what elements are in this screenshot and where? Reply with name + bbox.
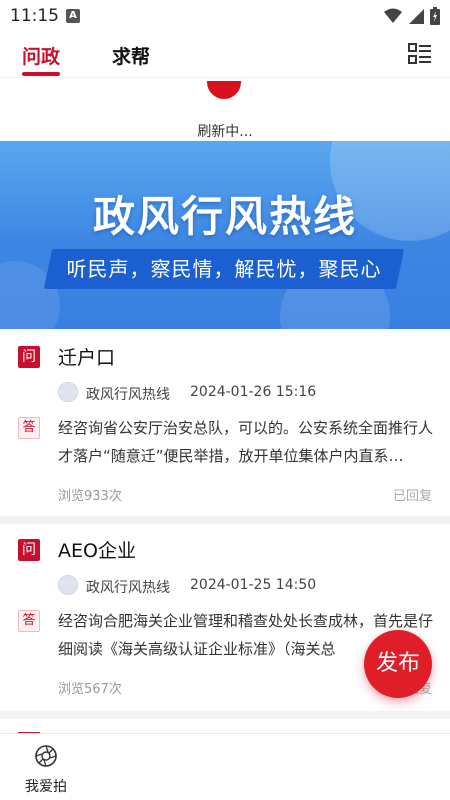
post-title[interactable]: 迁户口 — [58, 343, 115, 370]
avatar — [58, 382, 78, 402]
refresh-status-text: 刷新中... — [197, 124, 253, 140]
post-date: 2024-01-25 14:50 — [190, 577, 317, 593]
avatar — [58, 575, 78, 595]
banner-title: 政风行风热线 — [92, 192, 357, 241]
battery-icon — [430, 7, 440, 25]
answer-preview: 经咨询省公安厅治安总队，可以的。公安系统全面推行人才落户“随意迁”便民举措，放开… — [58, 419, 434, 465]
post-source: 政风行风热线 — [86, 580, 170, 596]
view-count: 浏览933次 — [58, 489, 122, 504]
grid-list-icon[interactable] — [408, 42, 432, 66]
status-time: 11:15 — [10, 6, 59, 26]
status-icons — [384, 7, 440, 25]
camera-shutter-icon — [35, 745, 57, 767]
notification-icon: A — [66, 9, 80, 23]
post-source: 政风行风热线 — [86, 387, 170, 403]
nav-item-photo[interactable]: 我爱拍 — [22, 742, 70, 796]
active-tab-indicator — [22, 72, 60, 76]
publish-button[interactable]: 发布 — [364, 630, 432, 698]
hotline-banner[interactable]: 政风行风热线 听民声，察民情，解民忧，聚民心 — [0, 141, 450, 329]
question-badge: 问 — [18, 346, 40, 368]
post-title[interactable]: AEO企业 — [58, 536, 136, 563]
signal-icon — [409, 9, 424, 24]
top-tab-bar: 问政 求帮 — [0, 32, 450, 78]
post-card[interactable]: 问 迁户口 政风行风热线 2024-01-26 15:16 答 经咨询省公安厅治… — [0, 329, 450, 524]
wifi-icon — [384, 8, 402, 23]
banner-slogan: 听民声，察民情，解民忧，聚民心 — [66, 257, 382, 281]
reply-status: 已回复 — [392, 489, 432, 504]
answer-badge: 答 — [18, 610, 40, 632]
pull-to-refresh: 刷新中... — [0, 79, 450, 141]
status-bar: 11:15 A — [0, 0, 450, 32]
next-post-card-edge — [0, 719, 450, 733]
tab-help[interactable]: 求帮 — [112, 42, 150, 69]
bottom-nav: 我爱拍 — [0, 733, 450, 800]
answer-badge: 答 — [18, 417, 40, 439]
post-date: 2024-01-26 15:16 — [190, 384, 317, 400]
nav-label: 我爱拍 — [25, 779, 67, 795]
tab-ask[interactable]: 问政 — [22, 42, 60, 69]
loading-indicator-icon — [207, 81, 241, 101]
question-badge: 问 — [18, 539, 40, 561]
view-count: 浏览567次 — [58, 682, 122, 697]
